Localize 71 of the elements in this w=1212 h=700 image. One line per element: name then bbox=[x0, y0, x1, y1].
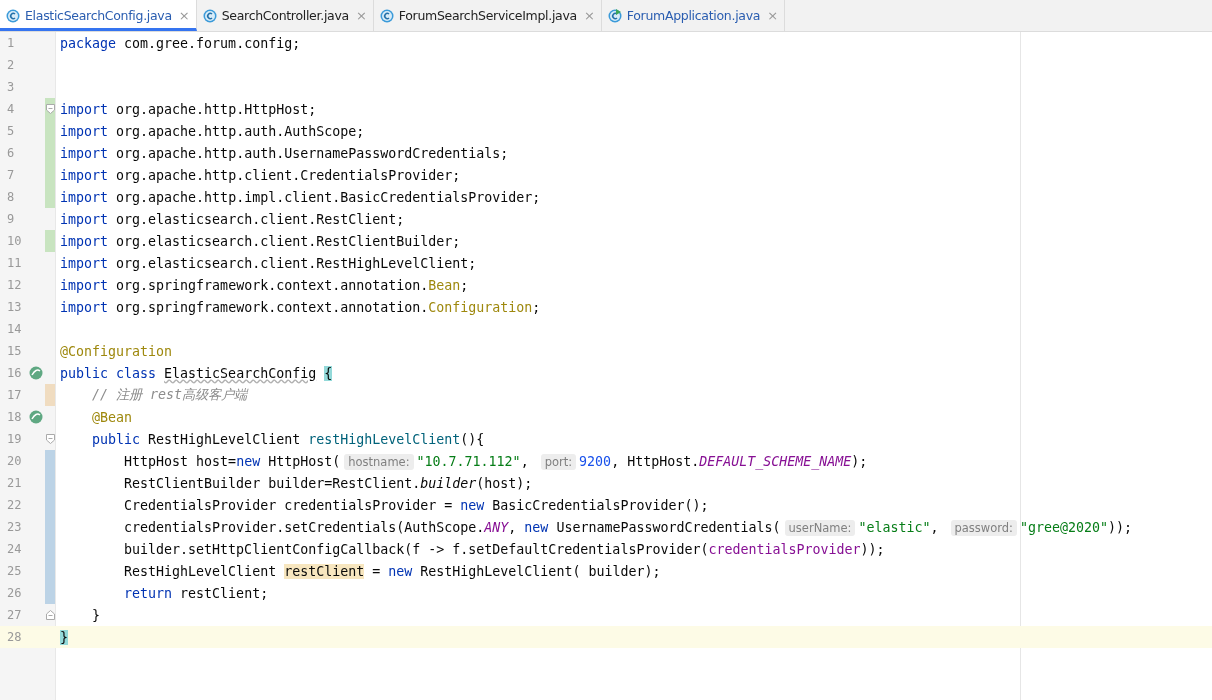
line-number: 20 bbox=[6, 454, 23, 468]
line-number: 5 bbox=[6, 124, 16, 138]
change-marker[interactable] bbox=[45, 450, 55, 472]
class-file-run-icon bbox=[607, 8, 622, 23]
code-line: import org.elasticsearch.client.RestClient; bbox=[59, 211, 405, 227]
code-line: // 注册 rest高级客户端 bbox=[91, 386, 248, 404]
code-line: import org.apache.http.auth.AuthScope; bbox=[59, 123, 365, 139]
line-number: 18 bbox=[6, 410, 23, 424]
editor-tab[interactable]: ForumApplication.java × bbox=[601, 0, 786, 31]
line-number: 14 bbox=[6, 322, 23, 336]
code-line: RestClientBuilder builder=RestClient.builder(host); bbox=[123, 475, 533, 491]
line-number: 19 bbox=[6, 432, 23, 446]
code-line: import org.apache.http.impl.client.BasicCredentialsProvider; bbox=[59, 189, 541, 205]
change-marker[interactable] bbox=[45, 186, 55, 208]
line-number: 8 bbox=[6, 190, 16, 204]
code-line: public class ElasticSearchConfig { bbox=[59, 365, 333, 381]
line-number: 10 bbox=[6, 234, 23, 248]
line-number: 3 bbox=[6, 80, 16, 94]
editor-tab[interactable]: SearchController.java × bbox=[196, 0, 374, 31]
change-marker[interactable] bbox=[45, 384, 55, 406]
close-tab-button[interactable]: × bbox=[178, 8, 190, 23]
class-file-icon bbox=[379, 8, 394, 23]
line-number: 15 bbox=[6, 344, 23, 358]
editor-tab[interactable]: ForumSearchServiceImpl.java × bbox=[373, 0, 602, 31]
bean-icon[interactable] bbox=[28, 409, 44, 425]
code-line: credentialsProvider.setCredentials(AuthScope.ANY, new UsernamePasswordCredentials( userName: "elastic", password: "gree@2020")); bbox=[123, 519, 1133, 535]
line-number: 23 bbox=[6, 520, 23, 534]
fold-icon[interactable] bbox=[45, 434, 55, 444]
line-number: 21 bbox=[6, 476, 23, 490]
line-number: 24 bbox=[6, 542, 23, 556]
line-number: 17 bbox=[6, 388, 23, 402]
class-file-icon bbox=[202, 8, 217, 23]
line-number: 28 bbox=[6, 630, 23, 644]
line-number: 2 bbox=[6, 58, 16, 72]
line-number: 22 bbox=[6, 498, 23, 512]
code-line: @Configuration bbox=[59, 343, 173, 359]
code-line: return restClient; bbox=[123, 585, 269, 601]
fold-icon[interactable] bbox=[45, 610, 55, 620]
line-number: 9 bbox=[6, 212, 16, 226]
line-number: 27 bbox=[6, 608, 23, 622]
bean-icon[interactable] bbox=[28, 365, 44, 381]
fold-icon[interactable] bbox=[45, 104, 55, 114]
code-line: package com.gree.forum.config; bbox=[59, 35, 301, 51]
code-line: builder.setHttpClientConfigCallback(f -> f.setDefaultCredentialsProvider(credentialsProvider)); bbox=[123, 541, 885, 557]
line-number: 1 bbox=[6, 36, 16, 50]
code-line: import org.apache.http.client.CredentialsProvider; bbox=[59, 167, 461, 183]
code-line: HttpHost host=new HttpHost( hostname: "10.7.71.112", port: 9200, HttpHost.DEFAULT_SCHEME_NAME); bbox=[123, 453, 868, 469]
code-line: @Bean bbox=[91, 409, 133, 425]
code-line: import org.springframework.context.annotation.Bean; bbox=[59, 277, 469, 293]
code-line: public RestHighLevelClient restHighLevelClient(){ bbox=[91, 431, 485, 447]
line-number: 12 bbox=[6, 278, 23, 292]
line-number: 25 bbox=[6, 564, 23, 578]
code-line: RestHighLevelClient restClient = new RestHighLevelClient( builder); bbox=[123, 563, 661, 579]
line-number: 26 bbox=[6, 586, 23, 600]
line-number: 11 bbox=[6, 256, 23, 270]
line-number: 7 bbox=[6, 168, 16, 182]
line-number: 13 bbox=[6, 300, 23, 314]
code-line: CredentialsProvider credentialsProvider = new BasicCredentialsProvider(); bbox=[123, 497, 709, 513]
code-line: import org.elasticsearch.client.RestClientBuilder; bbox=[59, 233, 461, 249]
code-line: import org.elasticsearch.client.RestHighLevelClient; bbox=[59, 255, 477, 271]
change-marker[interactable] bbox=[45, 230, 55, 252]
code-line: import org.springframework.context.annotation.Configuration; bbox=[59, 299, 541, 315]
line-number: 16 bbox=[6, 366, 23, 380]
code-line: } bbox=[91, 607, 101, 623]
change-marker[interactable] bbox=[45, 582, 55, 604]
line-number: 4 bbox=[6, 102, 16, 116]
line-number: 6 bbox=[6, 146, 16, 160]
editor-tab[interactable]: ElasticSearchConfig.java × bbox=[0, 0, 197, 31]
code-line: import org.apache.http.HttpHost; bbox=[59, 101, 317, 117]
class-file-icon bbox=[6, 8, 20, 23]
code-line: import org.apache.http.auth.UsernamePasswordCredentials; bbox=[59, 145, 509, 161]
